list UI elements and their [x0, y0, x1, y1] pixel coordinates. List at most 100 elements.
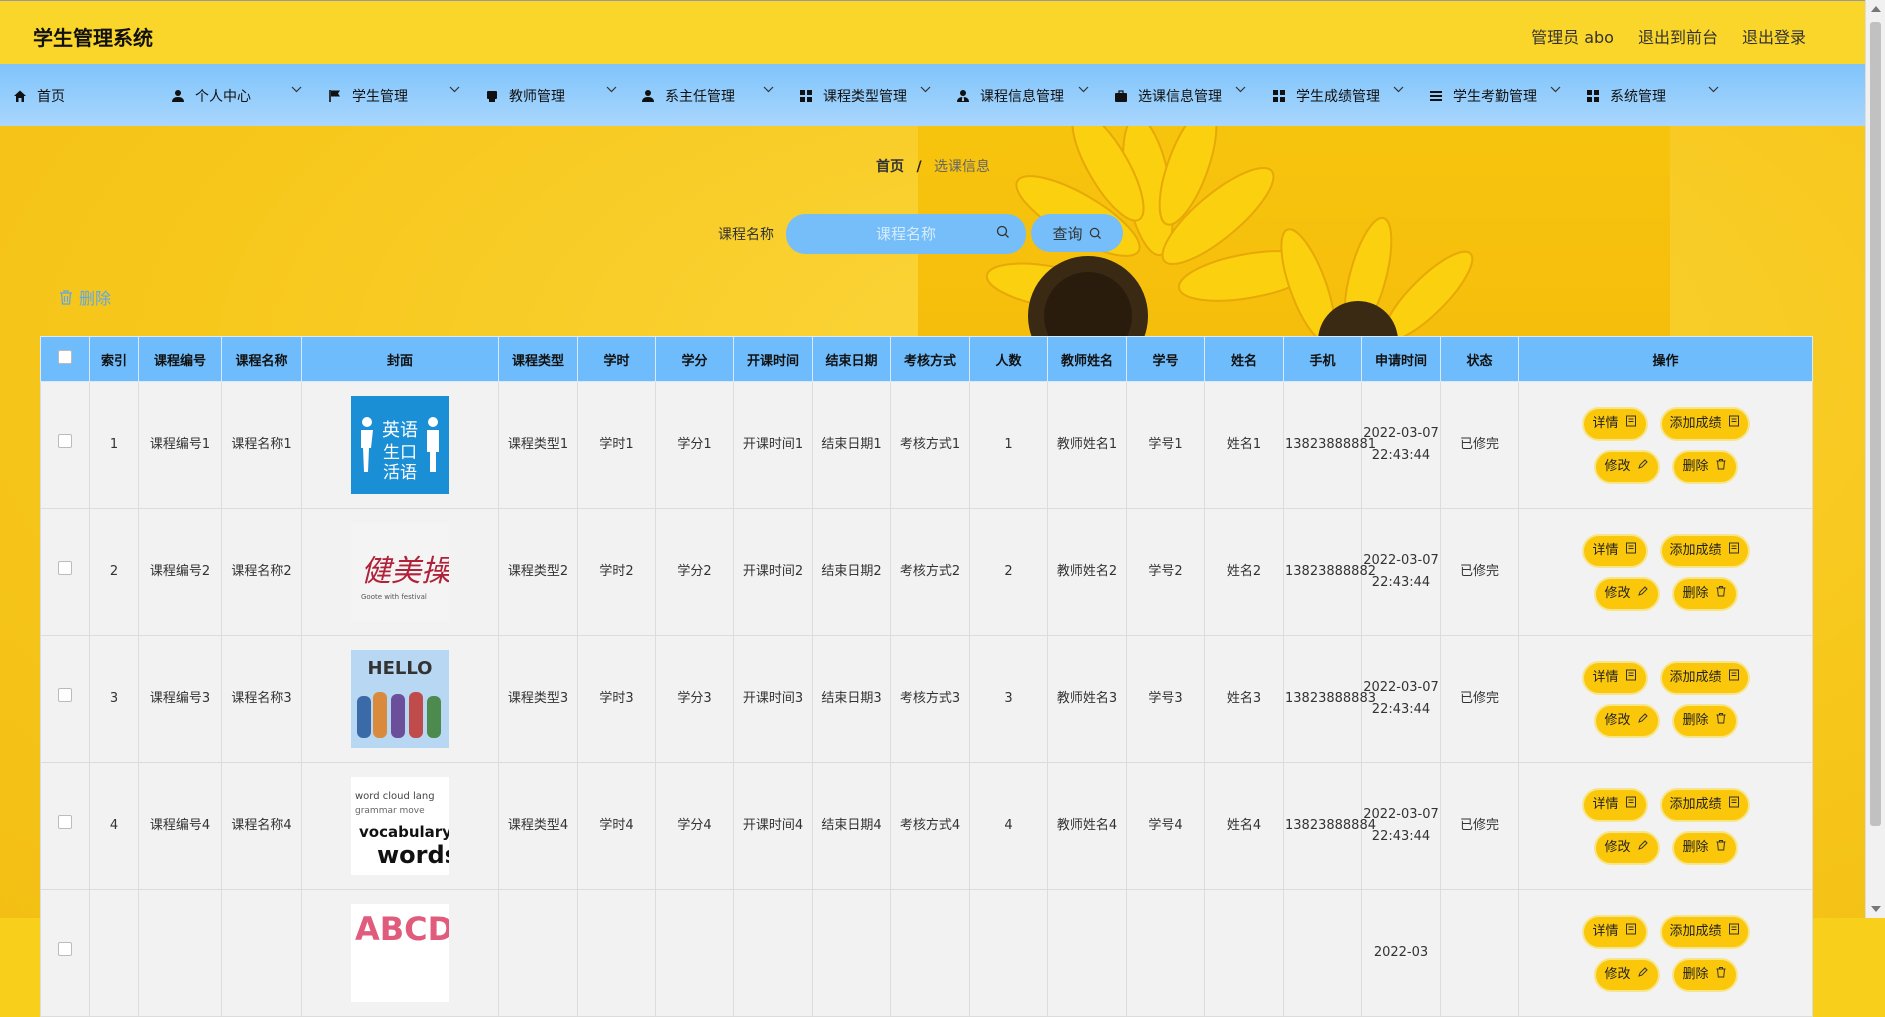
search-input[interactable] — [786, 214, 1026, 254]
document-icon — [1625, 794, 1637, 816]
bulk-delete-button[interactable]: 删除 — [59, 285, 111, 309]
cell-teacher: 教师姓名3 — [1047, 635, 1127, 763]
select-all-header[interactable] — [40, 336, 90, 382]
cell-code: 课程编号2 — [138, 508, 222, 636]
cover-cell: 健美操 Goote with festival — [301, 508, 499, 636]
document-icon — [1728, 794, 1740, 816]
cell-type: 课程类型4 — [498, 762, 578, 890]
cell-start: 开课时间2 — [733, 508, 813, 636]
chevron-down-icon[interactable] — [1708, 86, 1719, 93]
chevron-down-icon[interactable] — [1078, 86, 1089, 93]
nav-item-7[interactable]: 选课信息管理 — [1114, 86, 1222, 106]
scroll-up-icon[interactable] — [1871, 6, 1881, 12]
nav-item-8[interactable]: 学生成绩管理 — [1272, 86, 1380, 106]
nav-item-10[interactable]: 系统管理 — [1586, 86, 1666, 106]
nav-item-6[interactable]: 课程信息管理 — [956, 86, 1064, 106]
delete-button[interactable]: 删除 — [1671, 830, 1738, 865]
row-select-cell[interactable] — [40, 889, 90, 1017]
add-score-button[interactable]: 添加成绩 — [1659, 533, 1750, 568]
column-header: 操作 — [1518, 336, 1813, 382]
cell-code: 课程编号1 — [138, 381, 222, 509]
delete-button[interactable]: 删除 — [1671, 576, 1738, 611]
chevron-down-icon[interactable] — [1393, 86, 1404, 93]
detail-button[interactable]: 详情 — [1581, 660, 1648, 695]
cell-credit: 学分2 — [655, 508, 734, 636]
cell-code: 课程编号3 — [138, 635, 222, 763]
row-checkbox[interactable] — [58, 434, 72, 448]
chevron-down-icon[interactable] — [763, 86, 774, 93]
nav-item-label: 选课信息管理 — [1138, 89, 1222, 105]
row-select-cell[interactable] — [40, 381, 90, 509]
chevron-down-icon[interactable] — [1235, 86, 1246, 93]
cell-count: 3 — [969, 635, 1048, 763]
chevron-down-icon[interactable] — [1550, 86, 1561, 93]
document-icon — [1728, 540, 1740, 562]
row-select-cell[interactable] — [40, 762, 90, 890]
nav-item-4[interactable]: 系主任管理 — [641, 86, 735, 106]
cell-end: 结束日期2 — [812, 508, 891, 636]
row-checkbox[interactable] — [58, 688, 72, 702]
cell-sno: 学号3 — [1126, 635, 1205, 763]
nav-item-label: 学生管理 — [352, 89, 408, 105]
edit-button[interactable]: 修改 — [1593, 703, 1660, 738]
cell-exam: 考核方式3 — [890, 635, 970, 763]
logout-link[interactable]: 退出登录 — [1742, 24, 1806, 48]
exit-to-front-link[interactable]: 退出到前台 — [1638, 24, 1718, 48]
chevron-down-icon[interactable] — [449, 86, 460, 93]
cell-idx — [89, 889, 139, 1017]
detail-button[interactable]: 详情 — [1581, 914, 1648, 949]
nav-item-5[interactable]: 课程类型管理 — [799, 86, 907, 106]
breadcrumb-home[interactable]: 首页 — [876, 159, 904, 175]
delete-button[interactable]: 删除 — [1671, 703, 1738, 738]
cell-status: 已修完 — [1440, 381, 1519, 509]
row-checkbox[interactable] — [58, 561, 72, 575]
cell-exam: 考核方式4 — [890, 762, 970, 890]
edit-button[interactable]: 修改 — [1593, 830, 1660, 865]
cell-phone: 13823888882 — [1283, 508, 1376, 636]
breadcrumb: 首页 / 选课信息 — [0, 156, 1866, 176]
query-button[interactable]: 查询 — [1031, 214, 1123, 252]
add-score-button[interactable]: 添加成绩 — [1659, 787, 1750, 822]
row-select-cell[interactable] — [40, 635, 90, 763]
chevron-down-icon[interactable] — [920, 86, 931, 93]
cell-start: 开课时间1 — [733, 381, 813, 509]
nav-item-2[interactable]: 学生管理 — [328, 86, 408, 106]
row-select-cell[interactable] — [40, 508, 90, 636]
add-score-button-label: 添加成绩 — [1669, 669, 1722, 685]
cover-cell: word cloud lang grammar move vocabulary wor… — [301, 762, 499, 890]
add-score-button[interactable]: 添加成绩 — [1659, 406, 1750, 441]
nav-item-3[interactable]: 教师管理 — [485, 86, 565, 106]
cell-sname: 姓名2 — [1204, 508, 1284, 636]
edit-button-label: 修改 — [1604, 839, 1631, 855]
add-score-button[interactable]: 添加成绩 — [1659, 660, 1750, 695]
nav-item-0[interactable]: 首页 — [13, 86, 65, 106]
detail-button-label: 详情 — [1592, 923, 1619, 939]
chevron-down-icon[interactable] — [291, 86, 302, 93]
detail-button[interactable]: 详情 — [1581, 406, 1648, 441]
edit-button[interactable]: 修改 — [1593, 449, 1660, 484]
edit-button[interactable]: 修改 — [1593, 576, 1660, 611]
cell-sname — [1204, 889, 1284, 1017]
row-checkbox[interactable] — [58, 942, 72, 956]
nav-item-label: 教师管理 — [509, 89, 565, 105]
chevron-down-icon[interactable] — [606, 86, 617, 93]
cell-idx: 1 — [89, 381, 139, 509]
delete-button[interactable]: 删除 — [1671, 957, 1738, 992]
nav-item-label: 学生考勤管理 — [1453, 89, 1537, 105]
cell-hours: 学时2 — [577, 508, 656, 636]
nav-item-label: 学生成绩管理 — [1296, 89, 1380, 105]
scroll-thumb[interactable] — [1870, 22, 1881, 826]
select-all-checkbox[interactable] — [58, 350, 72, 364]
add-score-button[interactable]: 添加成绩 — [1659, 914, 1750, 949]
nav-item-1[interactable]: 个人中心 — [171, 86, 251, 106]
cell-teacher: 教师姓名4 — [1047, 762, 1127, 890]
scroll-down-icon[interactable] — [1871, 906, 1881, 912]
nav-item-9[interactable]: 学生考勤管理 — [1429, 86, 1537, 106]
delete-button[interactable]: 删除 — [1671, 449, 1738, 484]
detail-button[interactable]: 详情 — [1581, 787, 1648, 822]
detail-button[interactable]: 详情 — [1581, 533, 1648, 568]
vertical-scrollbar[interactable] — [1865, 0, 1885, 918]
svg-text:健美操: 健美操 — [361, 554, 449, 589]
row-checkbox[interactable] — [58, 815, 72, 829]
edit-button[interactable]: 修改 — [1593, 957, 1660, 992]
